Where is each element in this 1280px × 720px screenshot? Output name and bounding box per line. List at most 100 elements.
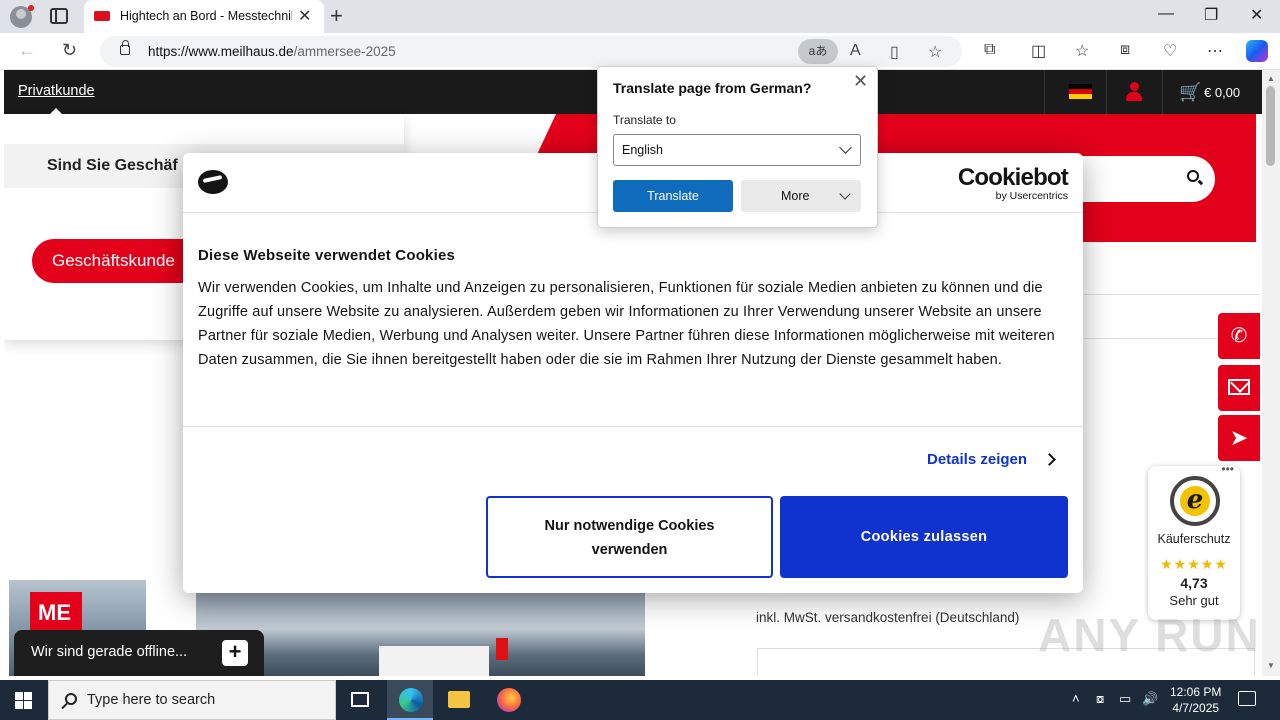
chevron-down-icon <box>839 141 852 154</box>
chevron-down-icon <box>839 188 851 200</box>
task-view-button[interactable] <box>337 680 383 720</box>
paper-plane-icon: ➤ <box>1229 425 1249 450</box>
phone-icon: ✆ <box>1230 325 1248 347</box>
badge-options-icon[interactable]: ••• <box>1221 462 1234 476</box>
live-chat-bar[interactable]: Wir sind gerade offline... + <box>14 630 264 676</box>
cookiebot-name: Cookiebot <box>957 164 1069 191</box>
scroll-down-icon[interactable]: ▼ <box>1267 661 1275 670</box>
tray-chevron-up-icon[interactable]: ˄ <box>1072 691 1080 706</box>
language-select[interactable]: English <box>613 134 861 166</box>
ship-funnel <box>496 638 508 660</box>
new-tab-icon[interactable]: + <box>330 3 343 29</box>
scroll-up-icon[interactable]: ▲ <box>1267 74 1275 83</box>
privatkunde-link[interactable]: Privatkunde <box>18 83 95 99</box>
performance-icon[interactable]: ♡ <box>1163 41 1177 61</box>
chat-expand-icon[interactable]: + <box>222 640 248 666</box>
refresh-icon[interactable]: ↻ <box>62 40 77 61</box>
clock-date: 4/7/2025 <box>1172 701 1220 715</box>
tab-title: Hightech an Bord - Messtechnik <box>120 9 292 23</box>
close-icon[interactable]: ✕ <box>853 71 868 92</box>
read-aloud-icon[interactable]: A <box>850 42 861 60</box>
translate-to-label: Translate to <box>613 113 676 127</box>
site-logo-icon <box>198 170 228 194</box>
trusted-shops-seal-icon: e <box>1170 476 1220 526</box>
clock-time: 12:06 PM <box>1170 685 1222 699</box>
contact-phone-button[interactable]: ✆ <box>1218 313 1260 359</box>
split-screen-icon[interactable]: ◫ <box>1031 41 1046 61</box>
ship-deck <box>379 646 489 676</box>
rating-stars: ★★★★★ <box>1160 556 1228 572</box>
windows-start-icon[interactable] <box>15 692 32 709</box>
user-account-icon[interactable] <box>1126 82 1142 102</box>
favorites-icon[interactable]: ☆ <box>1075 41 1089 61</box>
customer-type-heading-text: Sind Sie Geschäf <box>47 157 178 174</box>
divider <box>1084 294 1259 295</box>
network-icon[interactable]: ▭ <box>1119 691 1131 707</box>
scrollbar-thumb[interactable] <box>1266 86 1275 166</box>
url-text: https://www.meilhaus.de/ammersee-2025 <box>148 44 396 59</box>
folder-icon <box>448 691 470 708</box>
translate-title: Translate page from German? <box>613 80 812 96</box>
immersive-reader-icon[interactable]: ▯ <box>890 42 899 62</box>
edge-icon <box>399 688 423 712</box>
divider <box>1106 70 1107 114</box>
trusted-shops-label: Käuferschutz <box>1157 532 1231 546</box>
translate-button[interactable]: Translate <box>613 180 733 212</box>
cookie-dialog-title: Diese Webseite verwendet Cookies <box>198 247 456 264</box>
language-select-value: English <box>622 143 663 157</box>
lock-icon[interactable] <box>120 40 130 55</box>
german-flag-icon[interactable] <box>1069 84 1092 99</box>
minimize-icon[interactable]: — <box>1158 5 1174 23</box>
volume-icon[interactable]: 🔊 <box>1142 691 1158 707</box>
rating-score: 4,73 <box>1180 575 1208 591</box>
cookiebot-by: by Usercentrics <box>995 190 1068 202</box>
tray-device-icon[interactable]: ⧇ <box>1096 691 1104 707</box>
allow-cookies-button[interactable]: Cookies zulassen <box>780 496 1068 578</box>
more-button[interactable]: More <box>741 180 861 212</box>
address-bar-row: ← ↻ https://www.meilhaus.de/ammersee-202… <box>0 33 1280 70</box>
tab-actions-icon[interactable] <box>50 8 68 24</box>
task-view-icon <box>351 692 369 707</box>
url-input[interactable]: https://www.meilhaus.de/ammersee-2025 aあ… <box>100 36 962 67</box>
details-link[interactable]: Details zeigen <box>927 451 1027 468</box>
search-icon[interactable] <box>1187 170 1199 182</box>
taskbar-file-explorer[interactable] <box>436 680 482 720</box>
taskbar-search-input[interactable]: Type here to search <box>48 680 336 720</box>
taskbar-clock[interactable]: 12:06 PM 4/7/2025 <box>1170 684 1221 716</box>
translate-icon[interactable]: aあ <box>798 39 838 64</box>
taskbar-firefox[interactable] <box>485 680 531 720</box>
copilot-icon[interactable] <box>1246 40 1268 62</box>
browser-tab-active[interactable]: Hightech an Bord - Messtechnik ✕ <box>84 0 324 33</box>
restore-icon[interactable]: ❐ <box>1204 5 1218 25</box>
page-scrollbar[interactable]: ▲ ▼ <box>1262 70 1280 676</box>
windows-taskbar: Type here to search ˄ ⧇ ▭ 🔊 12:06 PM 4/7… <box>0 680 1280 720</box>
site-search-input[interactable] <box>1064 156 1215 202</box>
back-icon[interactable]: ← <box>18 40 36 61</box>
extensions-icon[interactable]: ⧉ <box>984 41 995 59</box>
tab-close-icon[interactable]: ✕ <box>298 6 311 26</box>
divider <box>1162 70 1163 114</box>
cookiebot-brand: Cookiebot by Usercentrics <box>957 164 1069 202</box>
firefox-icon <box>497 688 521 712</box>
necessary-cookies-button[interactable]: Nur notwendige Cookies verwenden <box>486 496 773 578</box>
site-favicon-icon <box>94 11 110 21</box>
notification-center-icon[interactable] <box>1238 691 1256 706</box>
more-button-label: More <box>781 189 810 203</box>
taskbar-edge[interactable] <box>387 680 433 720</box>
translate-popup: Translate page from German? ✕ Translate … <box>597 66 878 228</box>
more-menu-icon[interactable]: ⋯ <box>1207 41 1223 61</box>
close-window-icon[interactable]: ✕ <box>1250 5 1263 25</box>
taskbar-search-placeholder: Type here to search <box>87 692 216 708</box>
collections-icon[interactable]: ⧈ <box>1120 41 1130 59</box>
contact-send-button[interactable]: ➤ <box>1218 415 1260 461</box>
shopping-cart-icon[interactable]: 🛒 <box>1179 82 1201 103</box>
rating-verdict: Sehr gut <box>1169 593 1219 608</box>
profile-notification-dot <box>28 5 34 11</box>
cart-total[interactable]: € 0,00 <box>1204 85 1240 100</box>
chevron-right-icon[interactable] <box>1043 453 1056 466</box>
trusted-shops-badge[interactable]: ••• e Käuferschutz ★★★★★ 4,73 Sehr gut <box>1148 462 1240 620</box>
chat-status-text: Wir sind gerade offline... <box>31 644 188 660</box>
mail-icon <box>1228 379 1250 395</box>
favorite-star-icon[interactable]: ☆ <box>928 42 942 62</box>
contact-mail-button[interactable] <box>1218 365 1260 411</box>
